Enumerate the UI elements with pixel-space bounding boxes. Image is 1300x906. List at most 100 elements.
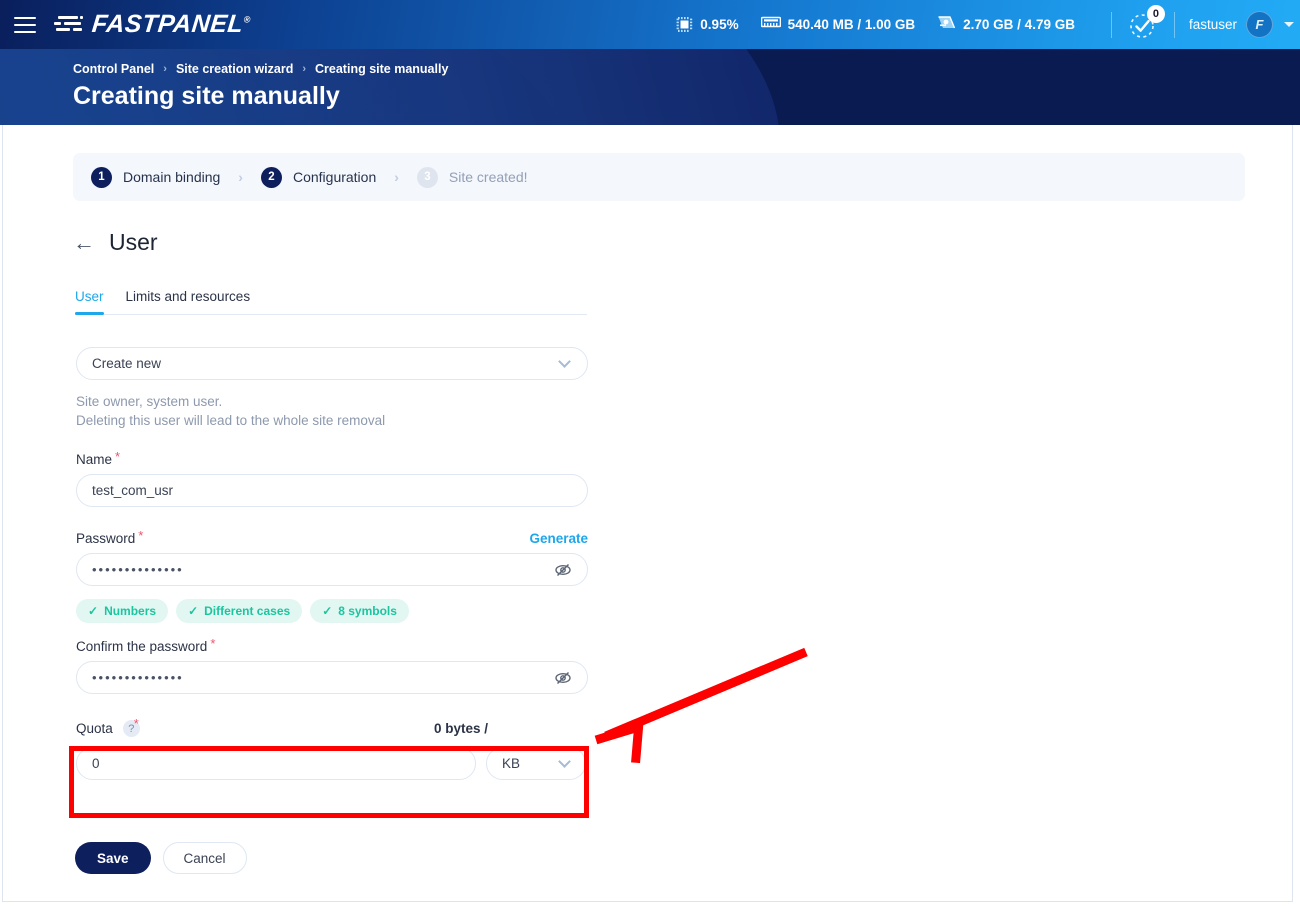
topbar-divider-2 [1173, 11, 1175, 38]
step-domain-binding[interactable]: 1 Domain binding [91, 166, 221, 188]
quota-unit-select[interactable]: KB [486, 747, 586, 780]
step-number-1: 1 [91, 166, 112, 188]
tasks-count-badge: 0 [1146, 4, 1165, 23]
breadcrumb: Control Panel › Site creation wizard › C… [73, 62, 448, 76]
topbar-status-group: 0.95% 540.40 MB / 1.00 GB 2.70 GB / 4.79… [676, 0, 1300, 49]
cpu-icon [676, 16, 693, 33]
quota-label: Quota [76, 721, 113, 736]
chevron-down-icon [1284, 22, 1294, 27]
brand-registered-mark: ® [243, 14, 252, 25]
quota-unit-value: KB [502, 756, 521, 771]
quota-label-row: Quota ? * 0 bytes / [76, 716, 588, 737]
section-title: User [109, 229, 158, 255]
ram-stat: 540.40 MB / 1.00 GB [760, 15, 916, 34]
user-name-label: fastuser [1188, 17, 1237, 32]
disk-icon [937, 14, 956, 36]
disk-stat: 2.70 GB / 4.79 GB [937, 14, 1075, 36]
name-label: Name * [76, 449, 588, 467]
password-rule-numbers: ✓ Numbers [76, 599, 169, 623]
password-rule-different-cases-label: Different cases [204, 604, 291, 618]
step-configuration[interactable]: 2 Configuration [260, 166, 377, 188]
password-label: Password * [76, 528, 144, 546]
breadcrumb-separator-icon: › [163, 63, 167, 75]
password-rule-8-symbols: ✓ 8 symbols [310, 599, 409, 623]
page-banner: Control Panel › Site creation wizard › C… [0, 49, 1300, 125]
confirm-password-field-wrapper: •••••••••••••• [76, 661, 588, 694]
confirm-password-input[interactable]: •••••••••••••• [76, 661, 588, 694]
ram-icon [760, 15, 781, 34]
cpu-stat: 0.95% [676, 16, 739, 33]
password-label-row: Password * Generate [76, 528, 588, 546]
save-button[interactable]: Save [75, 842, 151, 874]
step-number-3: 3 [416, 166, 438, 188]
step-label-domain-binding: Domain binding [123, 169, 221, 185]
user-mode-value: Create new [92, 356, 162, 371]
password-rule-numbers-label: Numbers [104, 604, 157, 618]
user-mode-helper-text: Site owner, system user. Deleting this u… [76, 392, 588, 430]
form-actions: Save Cancel [75, 842, 247, 874]
check-icon: ✓ [188, 604, 199, 618]
eye-off-icon[interactable] [554, 669, 572, 687]
tab-bar: User Limits and resources [75, 280, 587, 315]
tab-limits-and-resources[interactable]: Limits and resources [126, 289, 251, 314]
quota-value-input[interactable]: 0 [76, 747, 476, 780]
avatar: F [1246, 11, 1273, 38]
user-mode-select[interactable]: Create new [76, 347, 588, 380]
password-rule-8-symbols-label: 8 symbols [338, 604, 397, 618]
confirm-password-required-marker: * [210, 636, 216, 651]
eye-off-icon[interactable] [554, 561, 572, 579]
helper-line-1: Site owner, system user. [76, 394, 223, 409]
quota-inputs: 0 KB [76, 747, 588, 780]
step-label-site-created: Site created! [448, 169, 528, 185]
step-label-configuration: Configuration [292, 169, 377, 185]
cancel-button[interactable]: Cancel [162, 842, 247, 874]
generate-password-link[interactable]: Generate [529, 531, 588, 546]
password-rules: ✓ Numbers ✓ Different cases ✓ 8 symbols [76, 599, 588, 623]
breadcrumb-item-site-creation-wizard[interactable]: Site creation wizard [176, 62, 293, 76]
section-header: ← User [73, 229, 158, 256]
quota-required-marker: * [133, 716, 139, 731]
hamburger-icon[interactable] [14, 16, 36, 33]
step-number-2: 2 [260, 166, 282, 188]
tab-user[interactable]: User [75, 289, 104, 315]
content-card: 1 Domain binding › 2 Configuration › 3 S… [2, 125, 1293, 902]
confirm-password-label-text: Confirm the password [76, 639, 208, 654]
helper-line-2: Deleting this user will lead to the whol… [76, 413, 386, 428]
brand-name: FASTPANEL® [90, 10, 252, 39]
name-label-text: Name [76, 452, 113, 467]
step-separator-icon: › [238, 169, 243, 185]
password-label-text: Password [76, 531, 136, 546]
name-input[interactable]: test_com_usr [76, 474, 588, 507]
step-site-created: 3 Site created! [416, 166, 528, 188]
brand-logo[interactable]: FASTPANEL® [54, 10, 252, 39]
brand-name-text: FASTPANEL [90, 10, 245, 38]
page-title: Creating site manually [73, 82, 340, 110]
check-icon: ✓ [322, 604, 333, 618]
user-form: Create new Site owner, system user. Dele… [76, 347, 588, 780]
topbar-divider-1 [1110, 11, 1112, 38]
disk-value: 2.70 GB / 4.79 GB [963, 17, 1075, 32]
password-input-value: •••••••••••••• [92, 562, 184, 577]
wizard-stepper: 1 Domain binding › 2 Configuration › 3 S… [73, 153, 1245, 201]
step-separator-icon: › [394, 169, 399, 185]
name-required-marker: * [115, 449, 121, 464]
user-menu[interactable]: fastuser F [1189, 11, 1294, 38]
confirm-password-input-value: •••••••••••••• [92, 670, 184, 685]
chevron-down-icon [558, 755, 571, 768]
quota-value-text: 0 [92, 756, 100, 771]
breadcrumb-separator-icon: › [302, 63, 307, 75]
password-required-marker: * [138, 528, 144, 543]
check-icon: ✓ [88, 604, 99, 618]
confirm-password-label: Confirm the password * [76, 636, 588, 654]
breadcrumb-item-creating-site-manually[interactable]: Creating site manually [315, 62, 448, 76]
password-input[interactable]: •••••••••••••• [76, 553, 588, 586]
top-bar: FASTPANEL® 0.95% 540.40 MB / 1.00 GB 2.7… [0, 0, 1300, 49]
tasks-button[interactable]: 0 [1126, 4, 1165, 42]
quota-used-value: 0 bytes / [433, 721, 488, 736]
breadcrumb-item-control-panel[interactable]: Control Panel [73, 62, 154, 76]
name-input-value: test_com_usr [92, 483, 174, 498]
ram-value: 540.40 MB / 1.00 GB [787, 17, 916, 32]
chevron-down-icon [558, 355, 571, 368]
cpu-value: 0.95% [700, 17, 739, 32]
back-arrow-icon[interactable]: ← [73, 231, 95, 254]
